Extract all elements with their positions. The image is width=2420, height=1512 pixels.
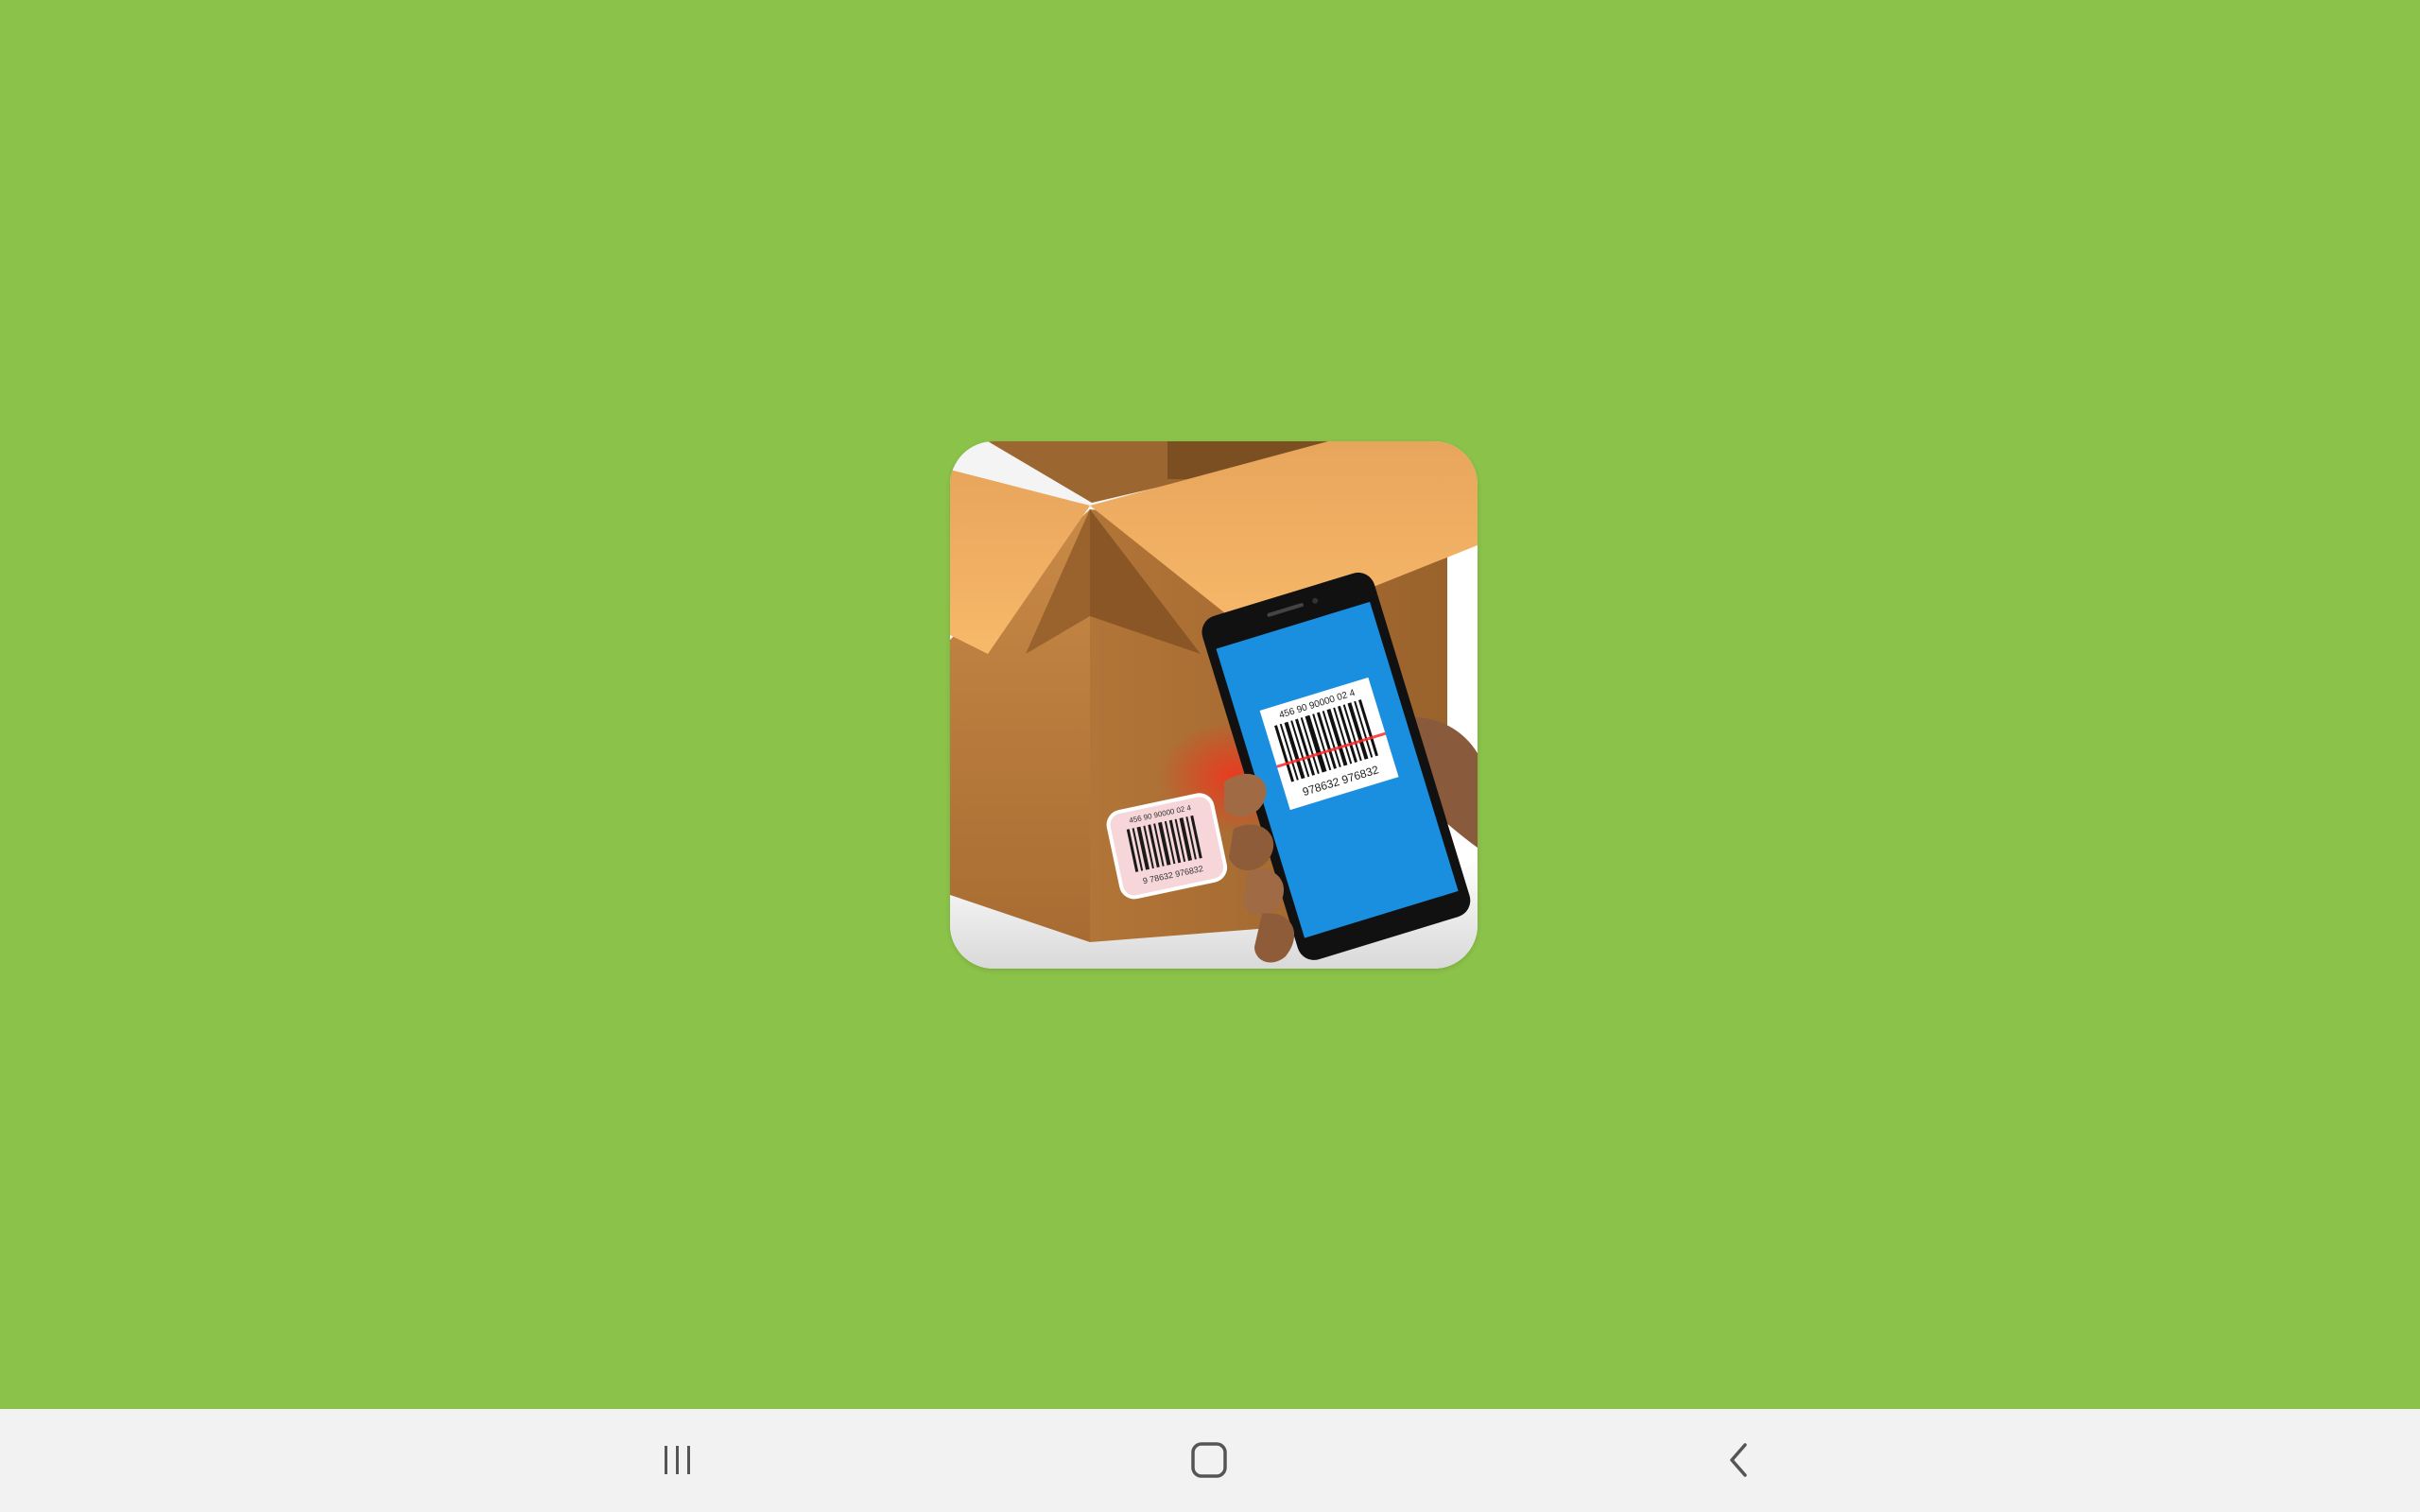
home-button[interactable] bbox=[1152, 1422, 1266, 1498]
back-icon bbox=[1730, 1443, 1747, 1477]
splash-screen: 456 90 90000 02 4 9 78632 976832 456 90 … bbox=[0, 0, 2420, 1409]
home-icon bbox=[1191, 1442, 1227, 1478]
barcode-scanner-app-icon: 456 90 90000 02 4 9 78632 976832 456 90 … bbox=[950, 441, 1478, 969]
system-navigation-bar bbox=[0, 1409, 2420, 1512]
recents-icon bbox=[665, 1446, 690, 1474]
back-button[interactable] bbox=[1683, 1422, 1796, 1498]
screen: 456 90 90000 02 4 9 78632 976832 456 90 … bbox=[0, 0, 2420, 1512]
recents-button[interactable] bbox=[621, 1422, 735, 1498]
